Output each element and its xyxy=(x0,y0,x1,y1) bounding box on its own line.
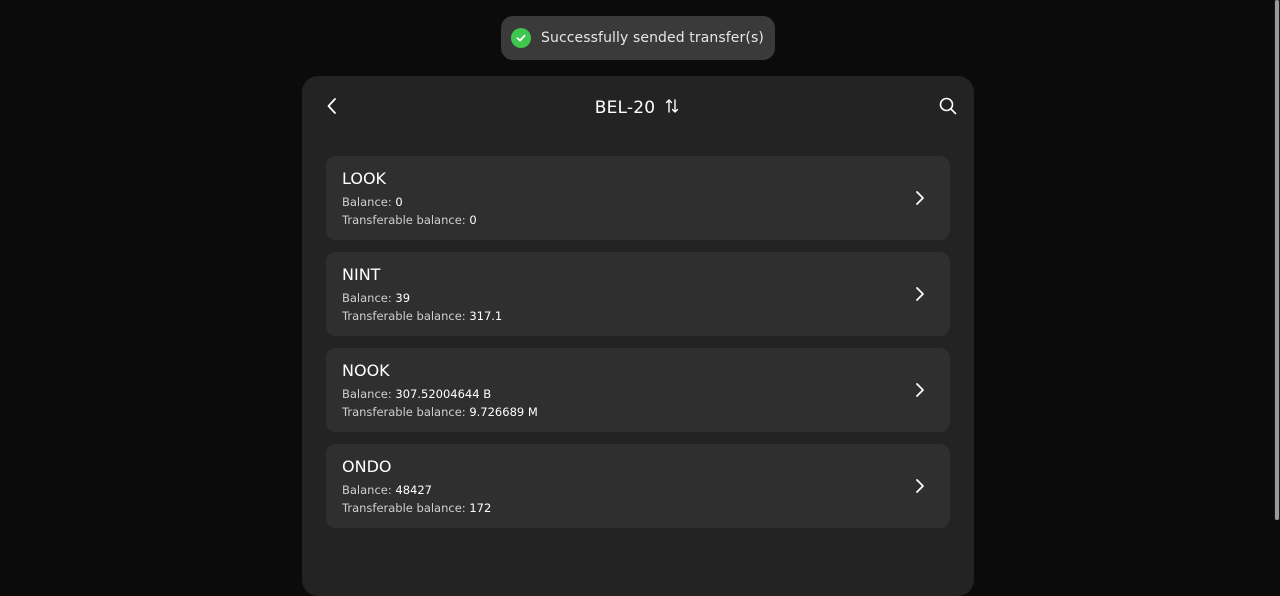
page-title: BEL-20 xyxy=(594,98,656,118)
toast-message: Successfully sended transfer(s) xyxy=(541,30,764,46)
token-panel: BEL-20 LOOK Balance: 0 Transferable bala… xyxy=(302,76,974,596)
token-card-nook[interactable]: NOOK Balance: 307.52004644 B Transferabl… xyxy=(326,348,950,432)
panel-header: BEL-20 xyxy=(302,76,974,140)
balance-value: 48427 xyxy=(395,483,432,497)
transferable-value: 172 xyxy=(469,501,492,515)
chevron-right-icon xyxy=(908,474,932,498)
transferable-value: 0 xyxy=(469,213,477,227)
page-scrollbar[interactable] xyxy=(1274,0,1280,520)
balance-value: 39 xyxy=(395,291,411,305)
token-balance: Balance: 307.52004644 B xyxy=(342,385,934,403)
token-card-ondo[interactable]: ONDO Balance: 48427 Transferable balance… xyxy=(326,444,950,528)
chevron-right-icon xyxy=(908,186,932,210)
toast-notification: Successfully sended transfer(s) xyxy=(501,16,775,60)
token-name: ONDO xyxy=(342,457,392,476)
token-name: NINT xyxy=(342,265,381,284)
sort-button[interactable] xyxy=(663,99,681,117)
token-card-look[interactable]: LOOK Balance: 0 Transferable balance: 0 xyxy=(326,156,950,240)
sort-arrows-icon xyxy=(665,98,679,118)
balance-label: Balance: xyxy=(342,483,396,497)
transferable-label: Transferable balance: xyxy=(342,501,470,515)
balance-label: Balance: xyxy=(342,195,396,209)
search-icon xyxy=(939,97,957,119)
balance-value: 0 xyxy=(395,195,403,209)
token-transferable: Transferable balance: 317.1 xyxy=(342,307,934,325)
scrollbar-thumb[interactable] xyxy=(1275,0,1279,520)
balance-value: 307.52004644 B xyxy=(395,387,492,401)
token-card-nint[interactable]: NINT Balance: 39 Transferable balance: 3… xyxy=(326,252,950,336)
check-circle-icon xyxy=(511,28,531,48)
token-transferable: Transferable balance: 0 xyxy=(342,211,934,229)
token-balance: Balance: 39 xyxy=(342,289,934,307)
token-transferable: Transferable balance: 172 xyxy=(342,499,934,517)
balance-label: Balance: xyxy=(342,387,396,401)
transferable-label: Transferable balance: xyxy=(342,405,470,419)
token-name: NOOK xyxy=(342,361,390,380)
chevron-right-icon xyxy=(908,378,932,402)
transferable-value: 9.726689 M xyxy=(469,405,538,419)
transferable-value: 317.1 xyxy=(469,309,503,323)
token-balance: Balance: 48427 xyxy=(342,481,934,499)
chevron-right-icon xyxy=(908,282,932,306)
token-list: LOOK Balance: 0 Transferable balance: 0 … xyxy=(326,156,950,540)
token-transferable: Transferable balance: 9.726689 M xyxy=(342,403,934,421)
balance-label: Balance: xyxy=(342,291,396,305)
transferable-label: Transferable balance: xyxy=(342,309,470,323)
search-button[interactable] xyxy=(936,96,960,120)
token-balance: Balance: 0 xyxy=(342,193,934,211)
token-name: LOOK xyxy=(342,169,387,188)
transferable-label: Transferable balance: xyxy=(342,213,470,227)
title-group: BEL-20 xyxy=(302,96,974,120)
